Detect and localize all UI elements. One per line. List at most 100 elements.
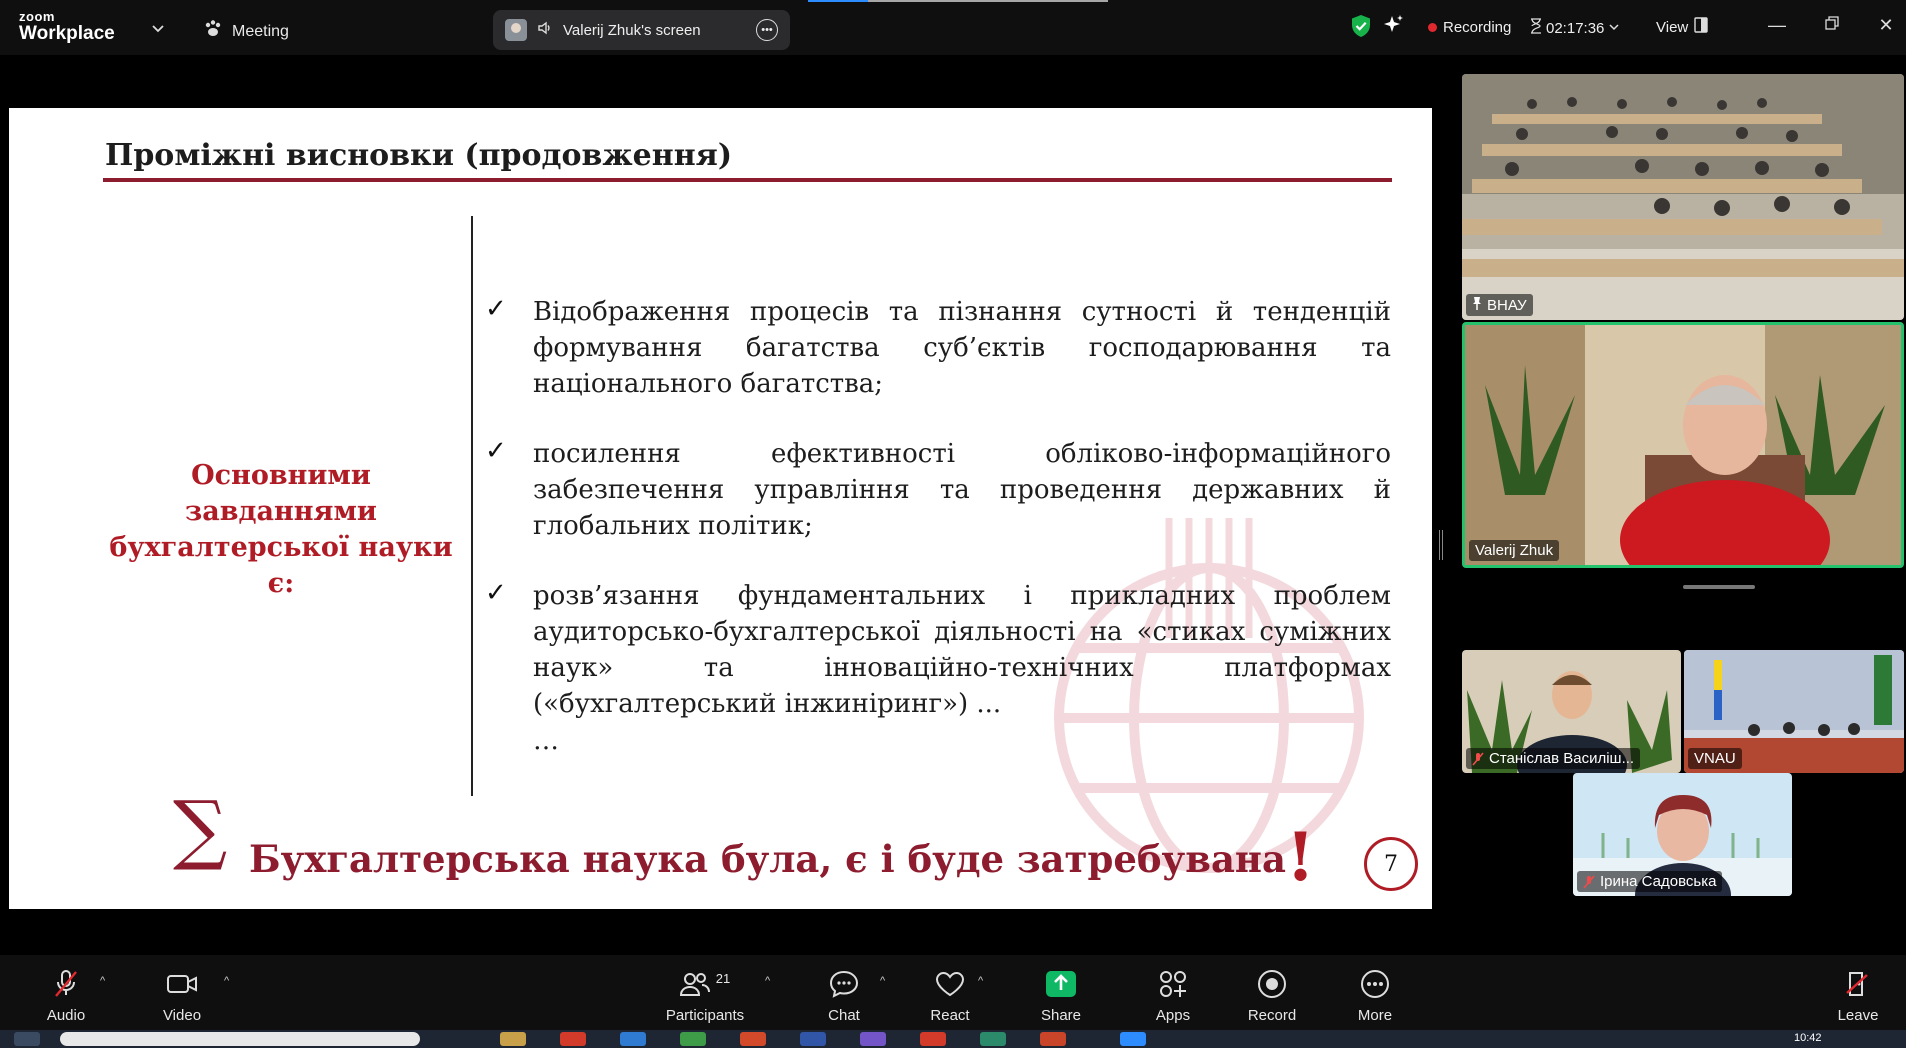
participants-icon: 21: [657, 967, 753, 1001]
app-icon[interactable]: [980, 1032, 1006, 1046]
more-options-icon[interactable]: •••: [756, 19, 778, 41]
brand-line1: zoom: [19, 9, 55, 24]
chat-options-caret-icon[interactable]: ^: [880, 975, 885, 987]
participant-name: Станіслав Василіш...: [1489, 750, 1635, 767]
app-icon[interactable]: [1040, 1032, 1066, 1046]
zoom-logo: zoom Workplace: [19, 10, 115, 43]
taskbar-search-box[interactable]: [60, 1032, 420, 1046]
recording-indicator[interactable]: Recording: [1428, 19, 1511, 36]
participants-options-caret-icon[interactable]: ^: [765, 975, 770, 987]
timer-value: 02:17:36: [1546, 19, 1605, 37]
checkmark-icon: ✓: [485, 294, 507, 324]
video-options-caret-icon[interactable]: ^: [224, 975, 229, 987]
more-button[interactable]: More: [1327, 967, 1423, 1024]
app-icon[interactable]: [680, 1032, 706, 1046]
muted-mic-icon: [1472, 751, 1484, 766]
audio-label: Audio: [46, 1007, 86, 1024]
bullet-text: розв’язання фундаментальних і прикладних…: [533, 581, 1391, 719]
minimize-icon[interactable]: —: [1765, 15, 1789, 36]
video-tile-vnau-classroom[interactable]: ВНАУ: [1462, 74, 1904, 320]
meeting-menu[interactable]: Meeting: [203, 19, 289, 44]
os-taskbar: 10:42: [0, 1030, 1906, 1048]
app-icon[interactable]: [620, 1032, 646, 1046]
react-options-caret-icon[interactable]: ^: [978, 975, 983, 987]
more-options-icon: [1327, 967, 1423, 1001]
share-label: Share: [1040, 1007, 1082, 1024]
recording-dot-icon: [1428, 23, 1437, 32]
screen-share-label: Valerij Zhuk's screen: [563, 21, 701, 39]
video-tile-participant[interactable]: Ірина Садовська: [1573, 773, 1792, 896]
apps-button[interactable]: Apps: [1125, 967, 1221, 1024]
share-progress: [808, 0, 1108, 2]
sigma-symbol: ∑: [173, 784, 228, 873]
slide-bullet: ✓ посилення ефективності обліково-інформ…: [485, 436, 1391, 544]
tile-label: ВНАУ: [1466, 294, 1533, 316]
conclusion-text: Бухгалтерська наука була, є і буде затре…: [249, 837, 1286, 881]
leave-button[interactable]: Leave: [1810, 967, 1906, 1024]
slide-bullet: ✓ Відображення процесів та пізнання сутн…: [485, 294, 1391, 402]
audio-options-caret-icon[interactable]: ^: [100, 975, 105, 987]
record-button[interactable]: Record: [1224, 967, 1320, 1024]
app-icon[interactable]: [860, 1032, 886, 1046]
start-icon[interactable]: [14, 1032, 40, 1046]
participants-count: 21: [715, 970, 731, 986]
video-camera-icon: [134, 967, 230, 1001]
apps-icon: [1125, 967, 1221, 1001]
record-label: Record: [1247, 1007, 1297, 1024]
tile-label: Станіслав Василіш...: [1466, 748, 1641, 769]
share-screen-icon: [1013, 967, 1109, 1001]
ai-companion-sparkle-icon[interactable]: [1383, 14, 1405, 41]
video-button[interactable]: Video: [134, 967, 230, 1024]
panel-drag-handle[interactable]: [1683, 585, 1755, 589]
paw-icon: [203, 19, 223, 44]
file-explorer-icon[interactable]: [500, 1032, 526, 1046]
meeting-timer[interactable]: 02:17:36: [1530, 18, 1620, 38]
video-tile-active-speaker[interactable]: Valerij Zhuk: [1462, 322, 1904, 568]
conclusion-statement: Бухгалтерська наука була, є і буде затре…: [249, 818, 1315, 896]
encryption-shield-icon[interactable]: [1350, 14, 1372, 43]
checkmark-icon: ✓: [485, 578, 507, 608]
react-label: React: [930, 1007, 970, 1024]
title-underline: [103, 178, 1392, 182]
app-menu-chevron-icon[interactable]: [150, 20, 166, 36]
bullet-text: Відображення процесів та пізнання сутнос…: [533, 297, 1391, 399]
app-icon[interactable]: [740, 1032, 766, 1046]
shared-slide: Проміжні висновки (продовження) Основним…: [9, 108, 1432, 909]
hourglass-icon: [1530, 18, 1542, 38]
presenter-avatar: [505, 19, 527, 41]
app-icon[interactable]: [800, 1032, 826, 1046]
participant-name: VNAU: [1694, 750, 1736, 767]
tasks-heading: Основними завданнями бухгалтерської наук…: [109, 460, 453, 599]
video-tile-participant[interactable]: Станіслав Василіш...: [1462, 650, 1681, 773]
chat-label: Chat: [828, 1007, 860, 1024]
participants-label: Participants: [665, 1007, 745, 1024]
tile-label: Valerij Zhuk: [1469, 540, 1560, 561]
close-icon[interactable]: ✕: [1874, 15, 1898, 36]
panel-resize-handle[interactable]: [1439, 530, 1443, 560]
chat-button[interactable]: Chat: [796, 967, 892, 1024]
timer-chevron-icon: [1608, 20, 1620, 37]
leave-door-icon: [1810, 967, 1906, 1001]
tile-label: Ірина Садовська: [1577, 871, 1723, 892]
video-tile-participant[interactable]: VNAU: [1684, 650, 1904, 773]
app-icon[interactable]: [920, 1032, 946, 1046]
view-button[interactable]: View: [1656, 17, 1708, 37]
record-icon: [1224, 967, 1320, 1001]
speaker-video: [1465, 325, 1901, 565]
app-icon[interactable]: [560, 1032, 586, 1046]
conclusion-exclamation: !: [1285, 818, 1315, 896]
slide-bullet: ✓ розв’язання фундаментальних і прикладн…: [485, 578, 1391, 722]
title-bar: zoom Workplace Meeting Valerij Zhuk's sc…: [0, 0, 1906, 55]
restore-icon[interactable]: [1820, 15, 1844, 36]
zoom-taskbar-icon[interactable]: [1120, 1032, 1146, 1046]
view-label: View: [1656, 18, 1689, 36]
leave-label: Leave: [1837, 1007, 1879, 1024]
react-button[interactable]: React: [902, 967, 998, 1024]
classroom-video: [1462, 74, 1904, 320]
pin-icon: [1472, 296, 1482, 314]
share-button[interactable]: Share: [1013, 967, 1109, 1024]
screen-share-indicator[interactable]: Valerij Zhuk's screen •••: [493, 10, 790, 50]
heart-icon: [902, 967, 998, 1001]
participants-button[interactable]: 21 Participants: [657, 967, 753, 1025]
tile-label: VNAU: [1688, 748, 1742, 769]
